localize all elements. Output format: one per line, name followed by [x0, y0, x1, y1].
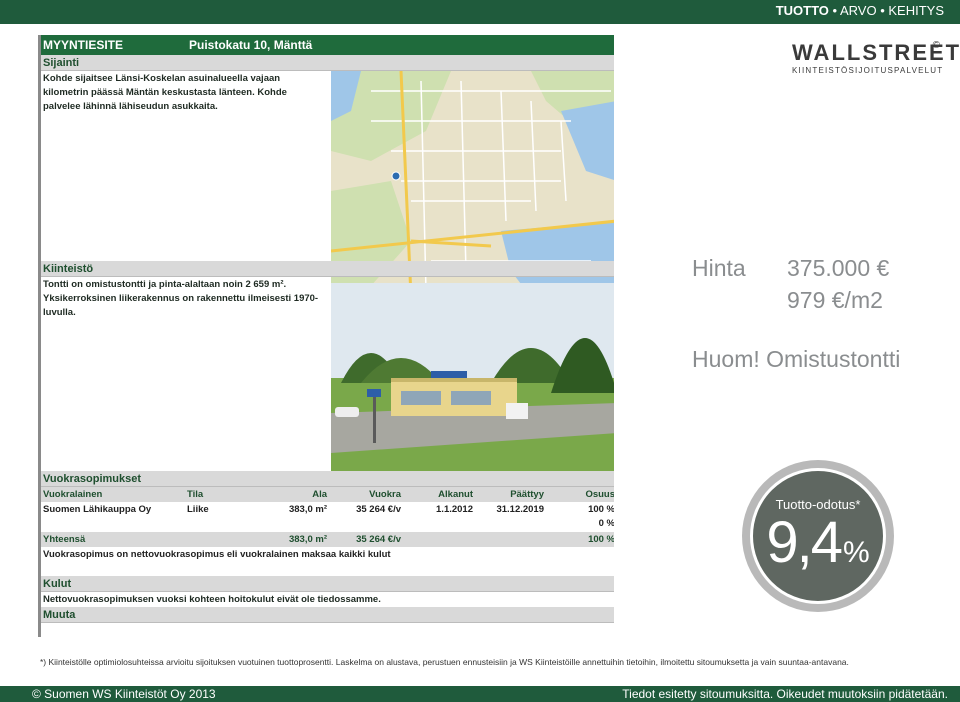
- logo-wordmark: WALLSTREET: [792, 40, 960, 65]
- tagline-separator: •: [828, 3, 840, 18]
- section-sijainti-header: Sijainti: [41, 55, 614, 71]
- tagline-word-tuotto: TUOTTO: [775, 3, 829, 18]
- yield-badge-inner: Tuotto-odotus* 9,4%: [750, 468, 886, 604]
- building-photo: [331, 283, 614, 473]
- price-value: 375.000 €: [787, 255, 890, 281]
- col-header-tila: Tila: [187, 489, 204, 500]
- footer-copyright: © Suomen WS Kiinteistöt Oy 2013: [32, 687, 216, 701]
- col-header-osuus: Osuus: [585, 489, 614, 500]
- tagline-separator: •: [876, 3, 889, 18]
- wallstreet-logo: WALLSTREET KIINTEISTÖSIJOITUSPALVELUT ©: [792, 40, 960, 82]
- sijainti-line-3: palvelee lähinnä lähiseudun asukkaita.: [43, 101, 218, 112]
- lease-note: Vuokrasopimus on nettovuokrasopimus eli …: [43, 549, 391, 560]
- lease-note-row: Vuokrasopimus on nettovuokrasopimus eli …: [41, 547, 614, 562]
- lease-table-total-row: Yhteensä 383,0 m² 35 264 €/v 100 %: [41, 532, 614, 547]
- cell-ala: 383,0 m²: [288, 504, 327, 515]
- lease-table-row: 0 %: [41, 516, 614, 531]
- footer-disclaimer: Tiedot esitetty sitoumuksitta. Oikeudet …: [622, 687, 948, 701]
- section-muuta-header: Muuta: [41, 607, 614, 623]
- cell-paattyy: 31.12.2019: [496, 504, 544, 515]
- building-photo-graphic: [331, 283, 614, 473]
- yield-number: 9,4: [766, 510, 843, 575]
- yield-badge: Tuotto-odotus* 9,4%: [742, 460, 894, 612]
- total-vuokra: 35 264 €/v: [356, 534, 401, 545]
- top-bar: TUOTTO • ARVO • KEHITYS: [0, 0, 960, 24]
- logo-subtitle: KIINTEISTÖSIJOITUSPALVELUT: [792, 66, 944, 75]
- lease-table-header-row: Vuokralainen Tila Ala Vuokra Alkanut Pää…: [41, 487, 614, 502]
- footer-bar: © Suomen WS Kiinteistöt Oy 2013 Tiedot e…: [0, 686, 960, 702]
- total-ala: 383,0 m²: [288, 534, 327, 545]
- ownership-note: Huom! Omistustontti: [692, 346, 901, 372]
- col-header-alkanut: Alkanut: [438, 489, 473, 500]
- kulut-text: Nettovuokrasopimuksen vuoksi kohteen hoi…: [43, 594, 381, 605]
- logo-copyright-mark: ©: [932, 40, 940, 51]
- cell-alkanut: 1.1.2012: [436, 504, 473, 515]
- tagline: TUOTTO • ARVO • KEHITYS: [776, 3, 944, 18]
- section-kulut-header: Kulut: [41, 576, 614, 592]
- sijainti-line-1: Kohde sijaitsee Länsi-Koskelan asuinalue…: [43, 73, 281, 84]
- sales-sheet: MYYNTIESITE Puistokatu 10, Mänttä Sijain…: [38, 35, 614, 637]
- kiinteisto-line-1: Tontti on omistustontti ja pinta-alaltaa…: [43, 279, 287, 290]
- cell-osuus: 100 %: [588, 504, 614, 515]
- cell-osuus: 0 %: [598, 518, 614, 529]
- cell-tila: Liike: [187, 504, 209, 515]
- lease-table-row: Suomen Lähikauppa Oy Liike 383,0 m² 35 2…: [41, 502, 614, 517]
- tagline-word-arvo: ARVO: [839, 3, 877, 18]
- section-vuokrasopimukset-header: Vuokrasopimukset: [41, 471, 614, 487]
- yield-value: 9,4%: [753, 509, 883, 576]
- sheet-header-address: Puistokatu 10, Mänttä: [189, 38, 313, 52]
- total-osuus: 100 %: [588, 534, 614, 545]
- col-header-ala: Ala: [312, 489, 327, 500]
- kiinteisto-line-2: Yksikerroksinen liikerakennus on rakenne…: [43, 293, 319, 304]
- col-header-vuokralainen: Vuokralainen: [43, 489, 103, 500]
- price-per-m2: 979 €/m2: [787, 287, 883, 313]
- col-header-paattyy: Päättyy: [510, 489, 544, 500]
- sheet-header-title: MYYNTIESITE: [43, 38, 124, 52]
- yield-unit: %: [842, 536, 870, 569]
- total-label: Yhteensä: [43, 534, 86, 545]
- sijainti-line-2: kilometrin päässä Mäntän keskustasta län…: [43, 87, 287, 98]
- section-kiinteisto-header: Kiinteistö: [41, 261, 614, 277]
- col-header-vuokra: Vuokra: [369, 489, 401, 500]
- sheet-header: MYYNTIESITE Puistokatu 10, Mänttä: [41, 35, 614, 55]
- price-label: Hinta: [692, 255, 746, 281]
- footnote: *) Kiinteistölle optimiolosuhteissa arvi…: [40, 657, 849, 667]
- tagline-word-kehitys: KEHITYS: [888, 3, 944, 18]
- cell-vuokra: 35 264 €/v: [356, 504, 401, 515]
- cell-vuokralainen: Suomen Lähikauppa Oy: [43, 504, 152, 515]
- kiinteisto-line-3: luvulla.: [43, 307, 76, 318]
